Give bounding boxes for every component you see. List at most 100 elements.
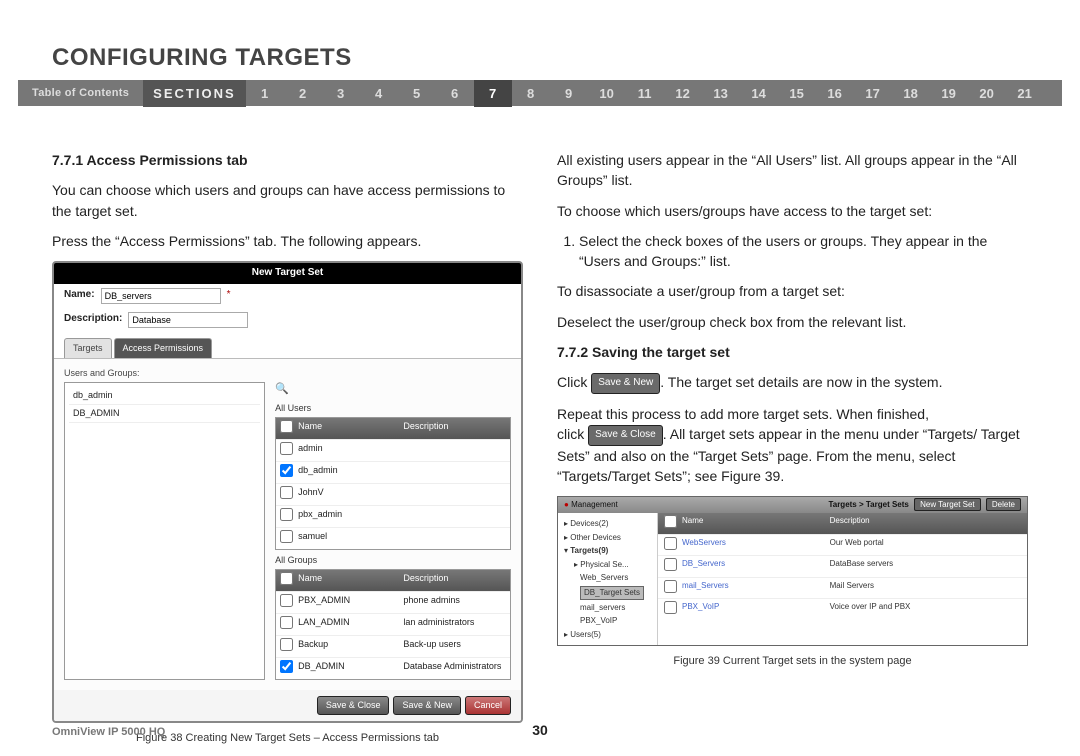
table-row: samuel (276, 527, 510, 549)
body-text: You can choose which users and groups ca… (52, 180, 523, 221)
section-link-10[interactable]: 10 (588, 86, 626, 101)
col-name: Name (676, 513, 824, 534)
table-row: admin (276, 439, 510, 461)
section-link-8[interactable]: 8 (512, 86, 550, 101)
table-row: DB_ADMINDatabase Administrators (276, 657, 510, 679)
table-row: PBX_VoIPVoice over IP and PBX (658, 598, 1027, 620)
section-nav-bar: Table of Contents SECTIONS 1 2 3 4 5 6 7… (18, 80, 1062, 106)
section-link-14[interactable]: 14 (740, 86, 778, 101)
right-column: All existing users appear in the “All Us… (557, 150, 1028, 747)
dialog-title: New Target Set (54, 263, 521, 284)
user-checkbox[interactable] (280, 508, 293, 521)
all-groups-label: All Groups (275, 554, 511, 567)
description-label: Description: (64, 312, 122, 327)
left-column: 7.7.1 Access Permissions tab You can cho… (52, 150, 523, 747)
section-link-19[interactable]: 19 (930, 86, 968, 101)
tree-node[interactable]: mail_servers (564, 601, 651, 615)
section-link-5[interactable]: 5 (398, 86, 436, 101)
select-all-groups-checkbox[interactable] (280, 572, 293, 585)
tree-node-selected[interactable]: DB_Target Sets (564, 585, 651, 601)
col-name: Name (294, 570, 399, 591)
section-link-15[interactable]: 15 (778, 86, 816, 101)
selected-users-groups-list: db_admin DB_ADMIN (64, 382, 265, 681)
table-row: db_admin (276, 461, 510, 483)
body-text: To disassociate a user/group from a targ… (557, 281, 1028, 301)
select-all-users-checkbox[interactable] (280, 420, 293, 433)
section-link-17[interactable]: 17 (854, 86, 892, 101)
tree-node[interactable]: ▸ Other Devices (564, 531, 651, 545)
body-text: Click Save & New. The target set details… (557, 372, 1028, 394)
table-row: DB_ServersDataBase servers (658, 555, 1027, 577)
group-checkbox[interactable] (280, 594, 293, 607)
delete-button[interactable]: Delete (986, 498, 1021, 511)
save-and-close-button[interactable]: Save & Close (588, 425, 663, 446)
body-text: Press the “Access Permissions” tab. The … (52, 231, 523, 251)
list-item[interactable]: db_admin (69, 387, 260, 405)
sections-label: SECTIONS (143, 80, 245, 107)
table-row: JohnV (276, 483, 510, 505)
section-link-16[interactable]: 16 (816, 86, 854, 101)
list-item[interactable]: DB_ADMIN (69, 405, 260, 423)
section-link-11[interactable]: 11 (626, 86, 664, 101)
group-checkbox[interactable] (280, 638, 293, 651)
section-link-12[interactable]: 12 (664, 86, 702, 101)
user-checkbox[interactable] (280, 464, 293, 477)
cancel-button[interactable]: Cancel (465, 696, 511, 715)
description-input[interactable] (128, 312, 248, 328)
nav-bullet-icon: ● (564, 500, 569, 509)
figure-39-screenshot: ● Management Targets > Target Sets New T… (557, 496, 1028, 646)
new-target-set-button[interactable]: New Target Set (914, 498, 981, 511)
search-icon[interactable]: 🔍 (275, 383, 289, 395)
heading-7-7-2: 7.7.2 Saving the target set (557, 342, 1028, 362)
section-link-1[interactable]: 1 (246, 86, 284, 101)
section-link-9[interactable]: 9 (550, 86, 588, 101)
nav-tree: ▸ Devices(2) ▸ Other Devices ▾ Targets(9… (558, 513, 658, 645)
section-link-13[interactable]: 13 (702, 86, 740, 101)
col-desc: Description (399, 418, 510, 439)
col-desc: Description (399, 570, 510, 591)
tab-access-permissions[interactable]: Access Permissions (114, 338, 213, 358)
all-users-label: All Users (275, 402, 511, 415)
tree-node[interactable]: PBX_VoIP (564, 614, 651, 628)
section-link-2[interactable]: 2 (284, 86, 322, 101)
section-link-18[interactable]: 18 (892, 86, 930, 101)
users-and-groups-label: Users and Groups: (64, 367, 511, 380)
section-link-3[interactable]: 3 (322, 86, 360, 101)
tab-targets[interactable]: Targets (64, 338, 112, 358)
tree-node[interactable]: Web_Servers (564, 571, 651, 585)
name-input[interactable] (101, 288, 221, 304)
body-text: All existing users appear in the “All Us… (557, 150, 1028, 191)
section-link-6[interactable]: 6 (436, 86, 474, 101)
table-row: pbx_admin (276, 505, 510, 527)
name-label: Name: (64, 288, 95, 303)
user-checkbox[interactable] (280, 486, 293, 499)
figure-38-screenshot: New Target Set Name: * Description: Targ… (52, 261, 523, 723)
tree-node[interactable]: ▸ Users(5) (564, 628, 651, 642)
target-sets-table: Name Description WebServersOur Web porta… (658, 513, 1027, 645)
management-label: Management (571, 500, 618, 509)
save-close-button[interactable]: Save & Close (317, 696, 390, 715)
group-checkbox[interactable] (280, 660, 293, 673)
table-row: LAN_ADMINlan administrators (276, 613, 510, 635)
section-link-4[interactable]: 4 (360, 86, 398, 101)
step-item: Select the check boxes of the users or g… (579, 231, 1028, 272)
section-link-21[interactable]: 21 (1006, 86, 1044, 101)
col-desc: Description (824, 513, 1027, 534)
group-checkbox[interactable] (280, 616, 293, 629)
tree-node[interactable]: ▸ Devices(2) (564, 517, 651, 531)
save-new-button[interactable]: Save & New (393, 696, 461, 715)
toc-link[interactable]: Table of Contents (18, 87, 143, 99)
figure-39-caption: Figure 39 Current Target sets in the sys… (557, 654, 1028, 670)
section-link-20[interactable]: 20 (968, 86, 1006, 101)
table-row: WebServersOur Web portal (658, 534, 1027, 556)
tree-node[interactable]: ▸ Physical Se... (564, 558, 651, 572)
user-checkbox[interactable] (280, 530, 293, 543)
all-groups-grid: Name Description PBX_ADMINphone admins L… (275, 569, 511, 680)
table-row: PBX_ADMINphone admins (276, 591, 510, 613)
user-checkbox[interactable] (280, 442, 293, 455)
heading-7-7-1: 7.7.1 Access Permissions tab (52, 150, 523, 170)
body-text: Deselect the user/group check box from t… (557, 312, 1028, 332)
save-and-new-button[interactable]: Save & New (591, 373, 660, 394)
tree-node[interactable]: ▾ Targets(9) (564, 544, 651, 558)
section-link-7[interactable]: 7 (474, 80, 512, 107)
